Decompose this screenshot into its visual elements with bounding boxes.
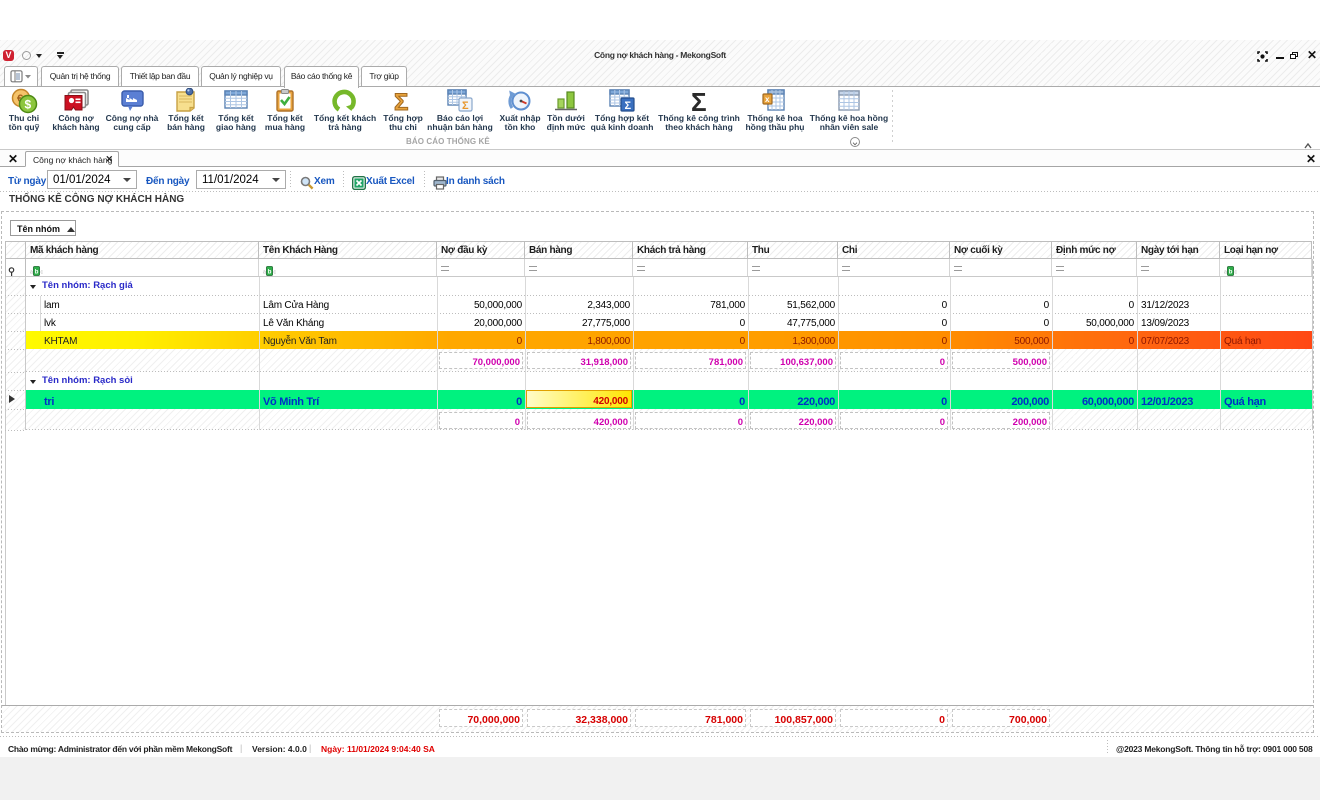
svg-text:c: c: [1235, 270, 1238, 276]
svg-text:a: a: [1224, 270, 1227, 276]
svg-text:c: c: [274, 270, 277, 276]
svg-text:b: b: [268, 269, 272, 275]
svg-text:Σ: Σ: [462, 100, 469, 112]
svg-text:$: $: [25, 98, 32, 112]
svg-text:Σ: Σ: [394, 89, 408, 114]
svg-text:b: b: [35, 269, 39, 275]
svg-text:Σ: Σ: [691, 88, 707, 114]
svg-text:b: b: [1229, 269, 1233, 275]
svg-text:x: x: [765, 95, 770, 104]
svg-text:c: c: [41, 270, 44, 276]
svg-text:a: a: [263, 270, 266, 276]
svg-text:Σ: Σ: [625, 100, 632, 112]
svg-text:a: a: [30, 270, 33, 276]
